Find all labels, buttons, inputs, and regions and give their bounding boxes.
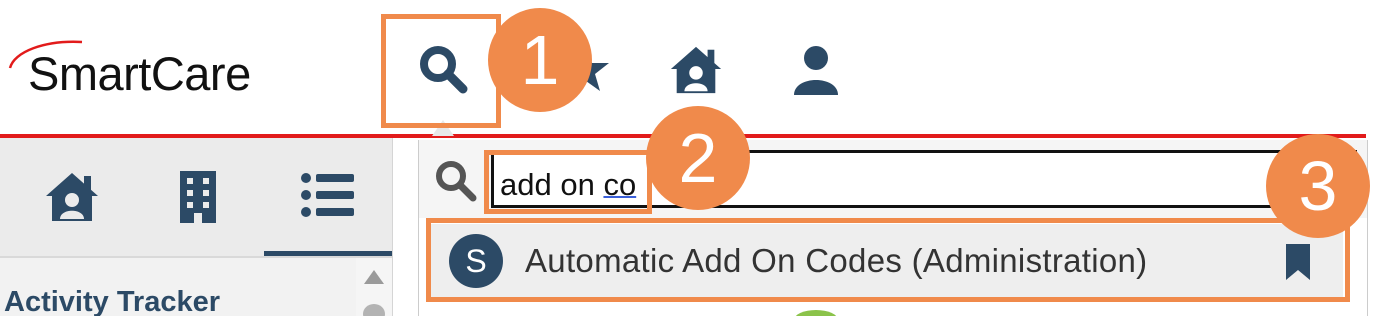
list-icon <box>301 172 354 217</box>
home-icon <box>670 46 722 94</box>
callout-badge-2: 2 <box>646 106 750 210</box>
sidebar-tab-organization[interactable] <box>156 138 240 256</box>
callout-badge-3: 3 <box>1266 134 1370 238</box>
sidebar-tab-list[interactable] <box>264 138 392 256</box>
callout-box-search-button <box>381 14 501 128</box>
user-icon <box>794 46 838 95</box>
sidebar-tabs-divider <box>0 256 392 258</box>
sidebar-section-title: Activity Tracker <box>4 286 221 316</box>
search-icon <box>436 161 477 202</box>
callout-box-search-result <box>426 218 1350 302</box>
header-profile-button[interactable] <box>788 42 844 98</box>
sidebar-tab-home[interactable] <box>30 138 114 256</box>
scroll-up-icon <box>363 270 385 316</box>
callout-box-search-input <box>484 150 652 214</box>
callout-badge-1: 1 <box>488 8 592 112</box>
smartcare-window: SmartCare Activity Tracker add on co S A… <box>0 0 1375 316</box>
sidebar-scrollbar[interactable] <box>356 258 392 316</box>
home-icon <box>46 173 98 221</box>
header-home-button[interactable] <box>668 42 724 98</box>
sidebar-tabs <box>0 138 392 256</box>
app-logo[interactable]: SmartCare <box>28 46 251 101</box>
building-icon <box>180 171 216 223</box>
